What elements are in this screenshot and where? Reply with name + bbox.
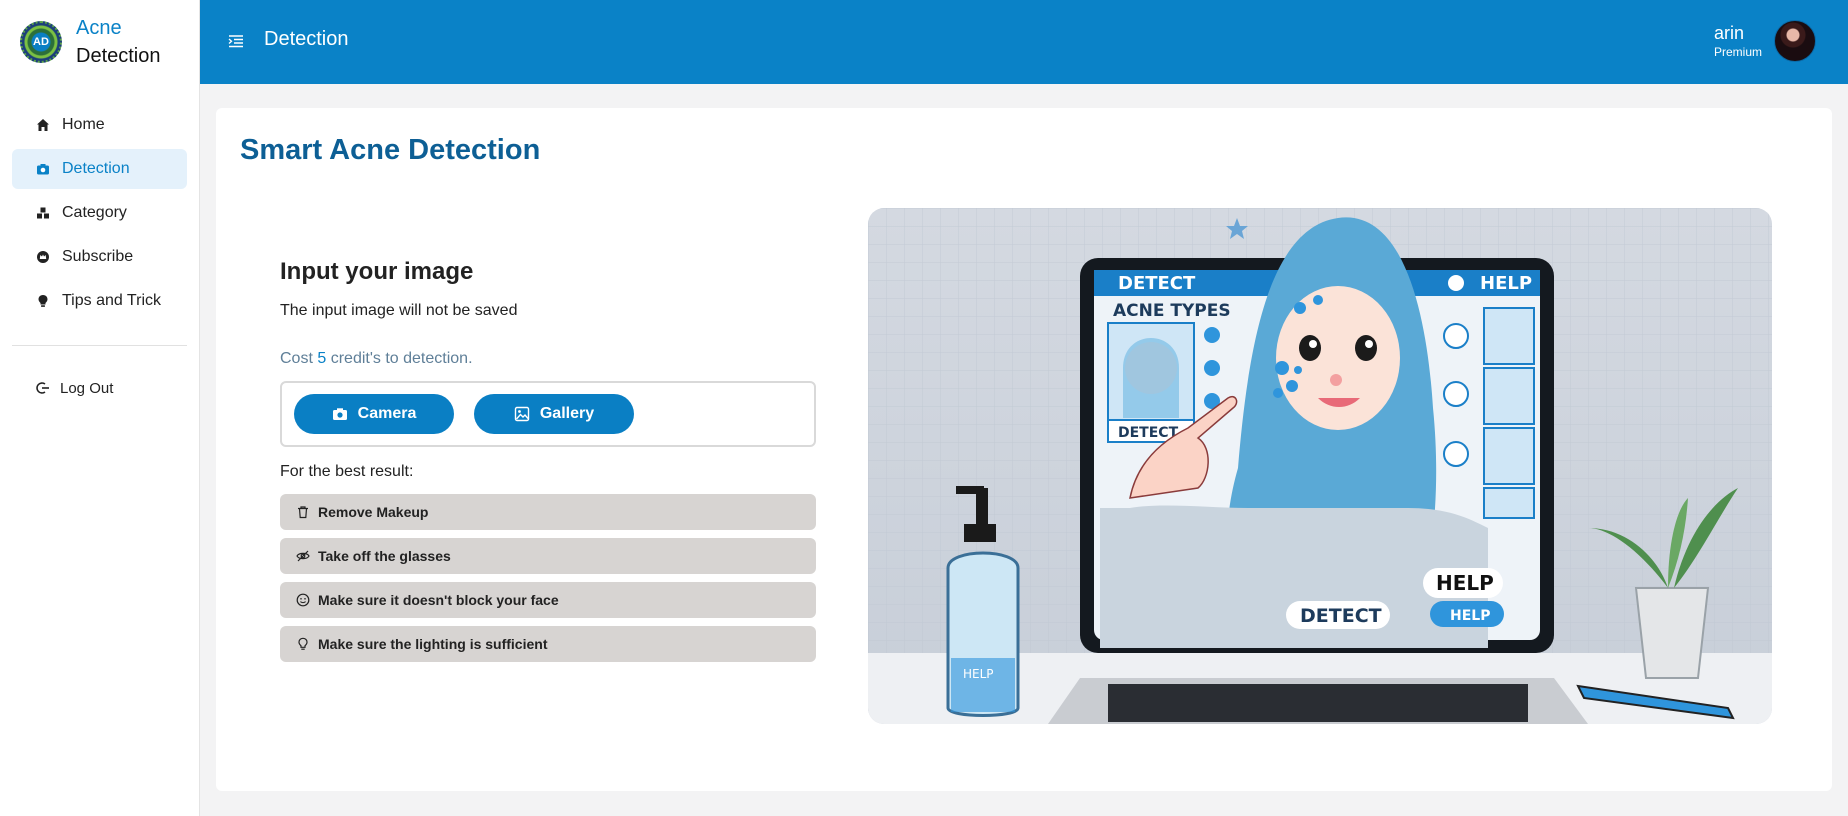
sidebar-item-label: Home [62,116,105,133]
logo-text: AD [33,36,49,48]
gallery-icon [514,406,530,422]
trash-icon [296,505,310,519]
camera-button-label: Camera [357,405,417,422]
input-note: The input image will not be saved [280,302,518,319]
help-tab-text: HELP [1480,273,1532,294]
tips-list: Remove Makeup Take off the glasses Make … [280,494,816,662]
menu-toggle-icon[interactable] [228,33,244,49]
tip-dont-block-face: Make sure it doesn't block your face [280,582,816,618]
logout-icon [36,381,50,395]
sidebar-item-tips-and-trick[interactable]: Tips and Trick [12,281,187,321]
detect-bubble-text: DETECT [1300,605,1382,627]
tip-label: Remove Makeup [318,504,429,520]
user-plan-badge: Premium [1713,45,1762,59]
best-result-label: For the best result: [280,463,414,480]
avatar[interactable] [1774,20,1816,62]
sidebar-item-category[interactable]: Category [12,193,187,233]
cost-prefix: Cost [280,350,313,367]
tip-remove-makeup: Remove Makeup [280,494,816,530]
tip-label: Make sure the lighting is sufficient [318,636,548,652]
cost-text: Cost 5 credit's to detection. [280,350,816,368]
sidebar-nav: Home Detection Category Subscribe Tips a… [0,105,199,321]
category-icon [36,206,50,220]
page-title: Smart Acne Detection [240,134,541,166]
tip-take-off-glasses: Take off the glasses [280,538,816,574]
sidebar-item-label: Category [62,204,127,221]
help-bubble-text: HELP [1436,571,1494,595]
cost-suffix: credit's to detection. [330,350,473,367]
sidebar-item-label: Tips and Trick [62,292,161,309]
help-button-text: HELP [1450,608,1490,624]
tip-label: Take off the glasses [318,548,451,564]
input-section: Input your image The input image will no… [280,258,816,670]
camera-button[interactable]: Camera [294,394,454,434]
camera-icon [36,162,50,176]
sidebar-divider [12,345,187,346]
sidebar-item-subscribe[interactable]: Subscribe [12,237,187,277]
bottle-label-text: HELP [963,667,994,681]
hero-illustration: DETECT HELP ACNE TYPES DETECT HELP DETEC… [868,208,1772,724]
main-card: Smart Acne Detection Input your image Th… [216,108,1832,791]
home-icon [36,118,50,132]
topbar: Detection arin Premium [200,0,1848,84]
brand-line-2: Detection [76,45,161,67]
tip-lighting: Make sure the lighting is sufficient [280,626,816,662]
detect-tab-text: DETECT [1118,273,1196,294]
source-button-group: Camera Gallery [280,381,816,447]
eye-off-icon [296,549,310,563]
sidebar: AD Acne Detection Home Detection Categor… [0,0,200,816]
logout-label: Log Out [60,379,114,397]
sidebar-item-label: Detection [62,160,130,177]
sidebar-item-label: Subscribe [62,248,134,265]
brand-line-1: Acne [76,17,122,39]
cost-value: 5 [317,350,327,367]
user-name: arin [1713,23,1744,43]
smile-icon [296,593,310,607]
brand[interactable]: AD Acne Detection [0,0,199,84]
brand-logo: AD [20,21,62,63]
input-heading: Input your image [280,258,474,285]
logout-button[interactable]: Log Out [0,370,199,406]
page-header-title: Detection [264,28,349,50]
camera-icon [332,407,348,421]
lightbulb-icon [36,294,50,308]
sidebar-item-detection[interactable]: Detection [12,149,187,189]
gallery-button[interactable]: Gallery [474,394,634,434]
gallery-button-label: Gallery [539,405,595,422]
tip-label: Make sure it doesn't block your face [318,592,559,608]
lightbulb-icon [296,637,310,651]
crown-icon [36,250,50,264]
acne-types-text: ACNE TYPES [1113,301,1231,321]
user-menu[interactable]: arin Premium [1714,20,1816,62]
sidebar-item-home[interactable]: Home [12,105,187,145]
